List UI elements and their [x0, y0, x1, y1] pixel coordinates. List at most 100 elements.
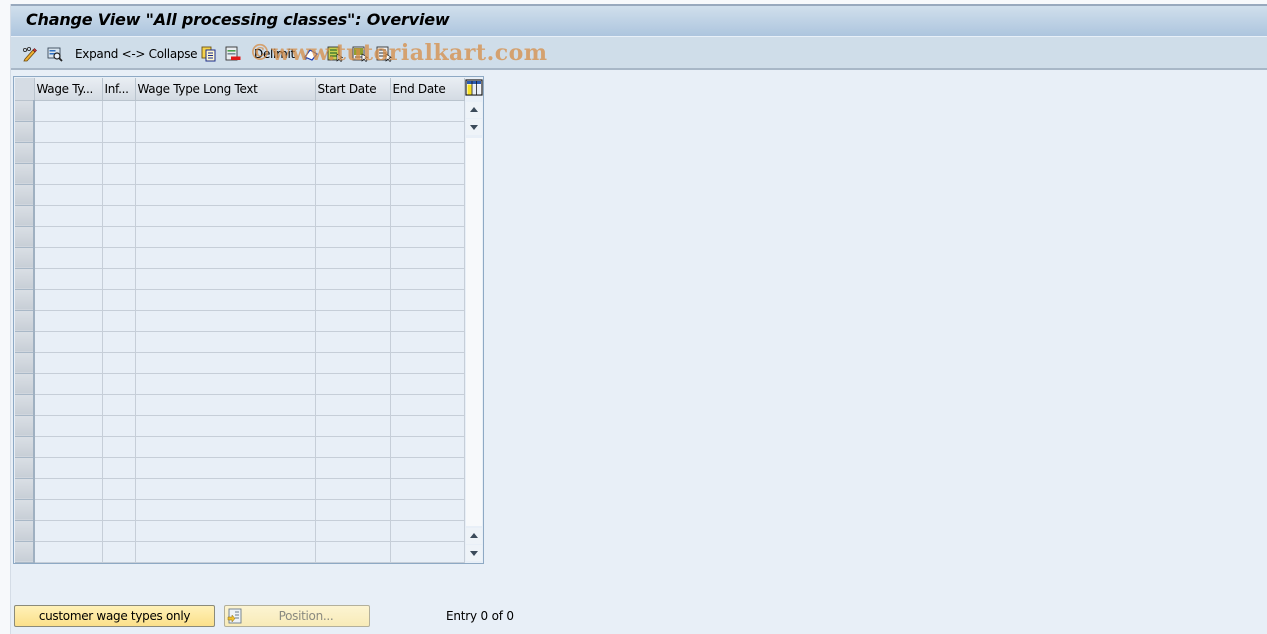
table-cell[interactable]	[315, 436, 391, 458]
table-cell[interactable]	[102, 268, 136, 290]
column-header-wage-type[interactable]: Wage Ty...	[34, 78, 103, 101]
row-selector-button[interactable]	[15, 268, 35, 290]
table-cell[interactable]	[390, 331, 465, 353]
table-cell[interactable]	[315, 331, 391, 353]
table-cell[interactable]	[315, 121, 391, 143]
table-cell[interactable]	[34, 121, 103, 143]
table-cell[interactable]	[34, 457, 103, 479]
table-cell[interactable]	[390, 184, 465, 206]
table-cell[interactable]	[135, 100, 316, 122]
table-cell[interactable]	[34, 310, 103, 332]
row-selector-button[interactable]	[15, 394, 35, 416]
table-cell[interactable]	[34, 436, 103, 458]
row-selector-button[interactable]	[15, 184, 35, 206]
table-cell[interactable]	[390, 436, 465, 458]
row-selector-button[interactable]	[15, 436, 35, 458]
scroll-page-down-button[interactable]	[466, 119, 482, 135]
table-cell[interactable]	[315, 310, 391, 332]
row-selector-button[interactable]	[15, 352, 35, 374]
table-cell[interactable]	[315, 289, 391, 311]
table-cell[interactable]	[390, 415, 465, 437]
table-cell[interactable]	[102, 394, 136, 416]
expand-collapse-button[interactable]: Expand <-> Collapse	[75, 45, 198, 63]
table-cell[interactable]	[102, 520, 136, 542]
table-cell[interactable]	[315, 478, 391, 500]
table-cell[interactable]	[390, 310, 465, 332]
table-cell[interactable]	[135, 394, 316, 416]
table-cell[interactable]	[390, 100, 465, 122]
copy-as-button[interactable]	[201, 45, 217, 63]
table-cell[interactable]	[34, 184, 103, 206]
select-all-rows-button[interactable]	[15, 78, 35, 101]
table-cell[interactable]	[135, 184, 316, 206]
table-cell[interactable]	[390, 289, 465, 311]
row-selector-button[interactable]	[15, 100, 35, 122]
table-cell[interactable]	[102, 331, 136, 353]
table-cell[interactable]	[390, 457, 465, 479]
scroll-page-up-button[interactable]	[466, 528, 482, 544]
table-cell[interactable]	[34, 289, 103, 311]
table-cell[interactable]	[102, 310, 136, 332]
row-selector-button[interactable]	[15, 310, 35, 332]
row-selector-button[interactable]	[15, 247, 35, 269]
table-cell[interactable]	[315, 268, 391, 290]
table-cell[interactable]	[34, 415, 103, 437]
table-cell[interactable]	[390, 352, 465, 374]
table-cell[interactable]	[34, 478, 103, 500]
table-cell[interactable]	[390, 226, 465, 248]
column-header-infotype[interactable]: Inf...	[102, 78, 136, 101]
table-cell[interactable]	[315, 163, 391, 185]
table-cell[interactable]	[315, 247, 391, 269]
table-cell[interactable]	[315, 100, 391, 122]
table-cell[interactable]	[102, 184, 136, 206]
table-cell[interactable]	[315, 394, 391, 416]
column-header-start-date[interactable]: Start Date	[315, 78, 391, 101]
table-cell[interactable]	[390, 205, 465, 227]
table-cell[interactable]	[34, 520, 103, 542]
table-cell[interactable]	[135, 520, 316, 542]
table-cell[interactable]	[102, 163, 136, 185]
table-cell[interactable]	[315, 226, 391, 248]
table-cell[interactable]	[390, 268, 465, 290]
table-cell[interactable]	[102, 142, 136, 164]
table-cell[interactable]	[135, 373, 316, 395]
table-cell[interactable]	[102, 247, 136, 269]
delimit-button[interactable]: Delimit	[254, 45, 295, 63]
table-cell[interactable]	[390, 247, 465, 269]
table-cell[interactable]	[102, 415, 136, 437]
table-cell[interactable]	[135, 331, 316, 353]
row-selector-button[interactable]	[15, 142, 35, 164]
table-cell[interactable]	[34, 499, 103, 521]
table-cell[interactable]	[135, 289, 316, 311]
table-cell[interactable]	[102, 436, 136, 458]
table-cell[interactable]	[135, 499, 316, 521]
table-cell[interactable]	[135, 142, 316, 164]
table-cell[interactable]	[315, 520, 391, 542]
table-cell[interactable]	[102, 226, 136, 248]
delete-button[interactable]	[225, 45, 241, 63]
row-selector-button[interactable]	[15, 331, 35, 353]
table-cell[interactable]	[102, 457, 136, 479]
table-cell[interactable]	[102, 373, 136, 395]
table-cell[interactable]	[315, 352, 391, 374]
column-header-end-date[interactable]: End Date	[390, 78, 465, 101]
table-cell[interactable]	[34, 163, 103, 185]
table-cell[interactable]	[102, 289, 136, 311]
table-cell[interactable]	[102, 478, 136, 500]
scrollbar-track[interactable]	[466, 138, 482, 526]
table-cell[interactable]	[102, 121, 136, 143]
row-selector-button[interactable]	[15, 499, 35, 521]
row-selector-button[interactable]	[15, 163, 35, 185]
table-cell[interactable]	[315, 205, 391, 227]
table-cell[interactable]	[34, 268, 103, 290]
table-cell[interactable]	[390, 541, 465, 563]
vertical-scrollbar[interactable]	[465, 100, 482, 562]
row-selector-button[interactable]	[15, 121, 35, 143]
table-cell[interactable]	[135, 436, 316, 458]
row-selector-button[interactable]	[15, 226, 35, 248]
table-cell[interactable]	[34, 205, 103, 227]
table-cell[interactable]	[315, 142, 391, 164]
table-cell[interactable]	[102, 100, 136, 122]
table-cell[interactable]	[315, 457, 391, 479]
select-block-button[interactable]	[352, 45, 369, 63]
